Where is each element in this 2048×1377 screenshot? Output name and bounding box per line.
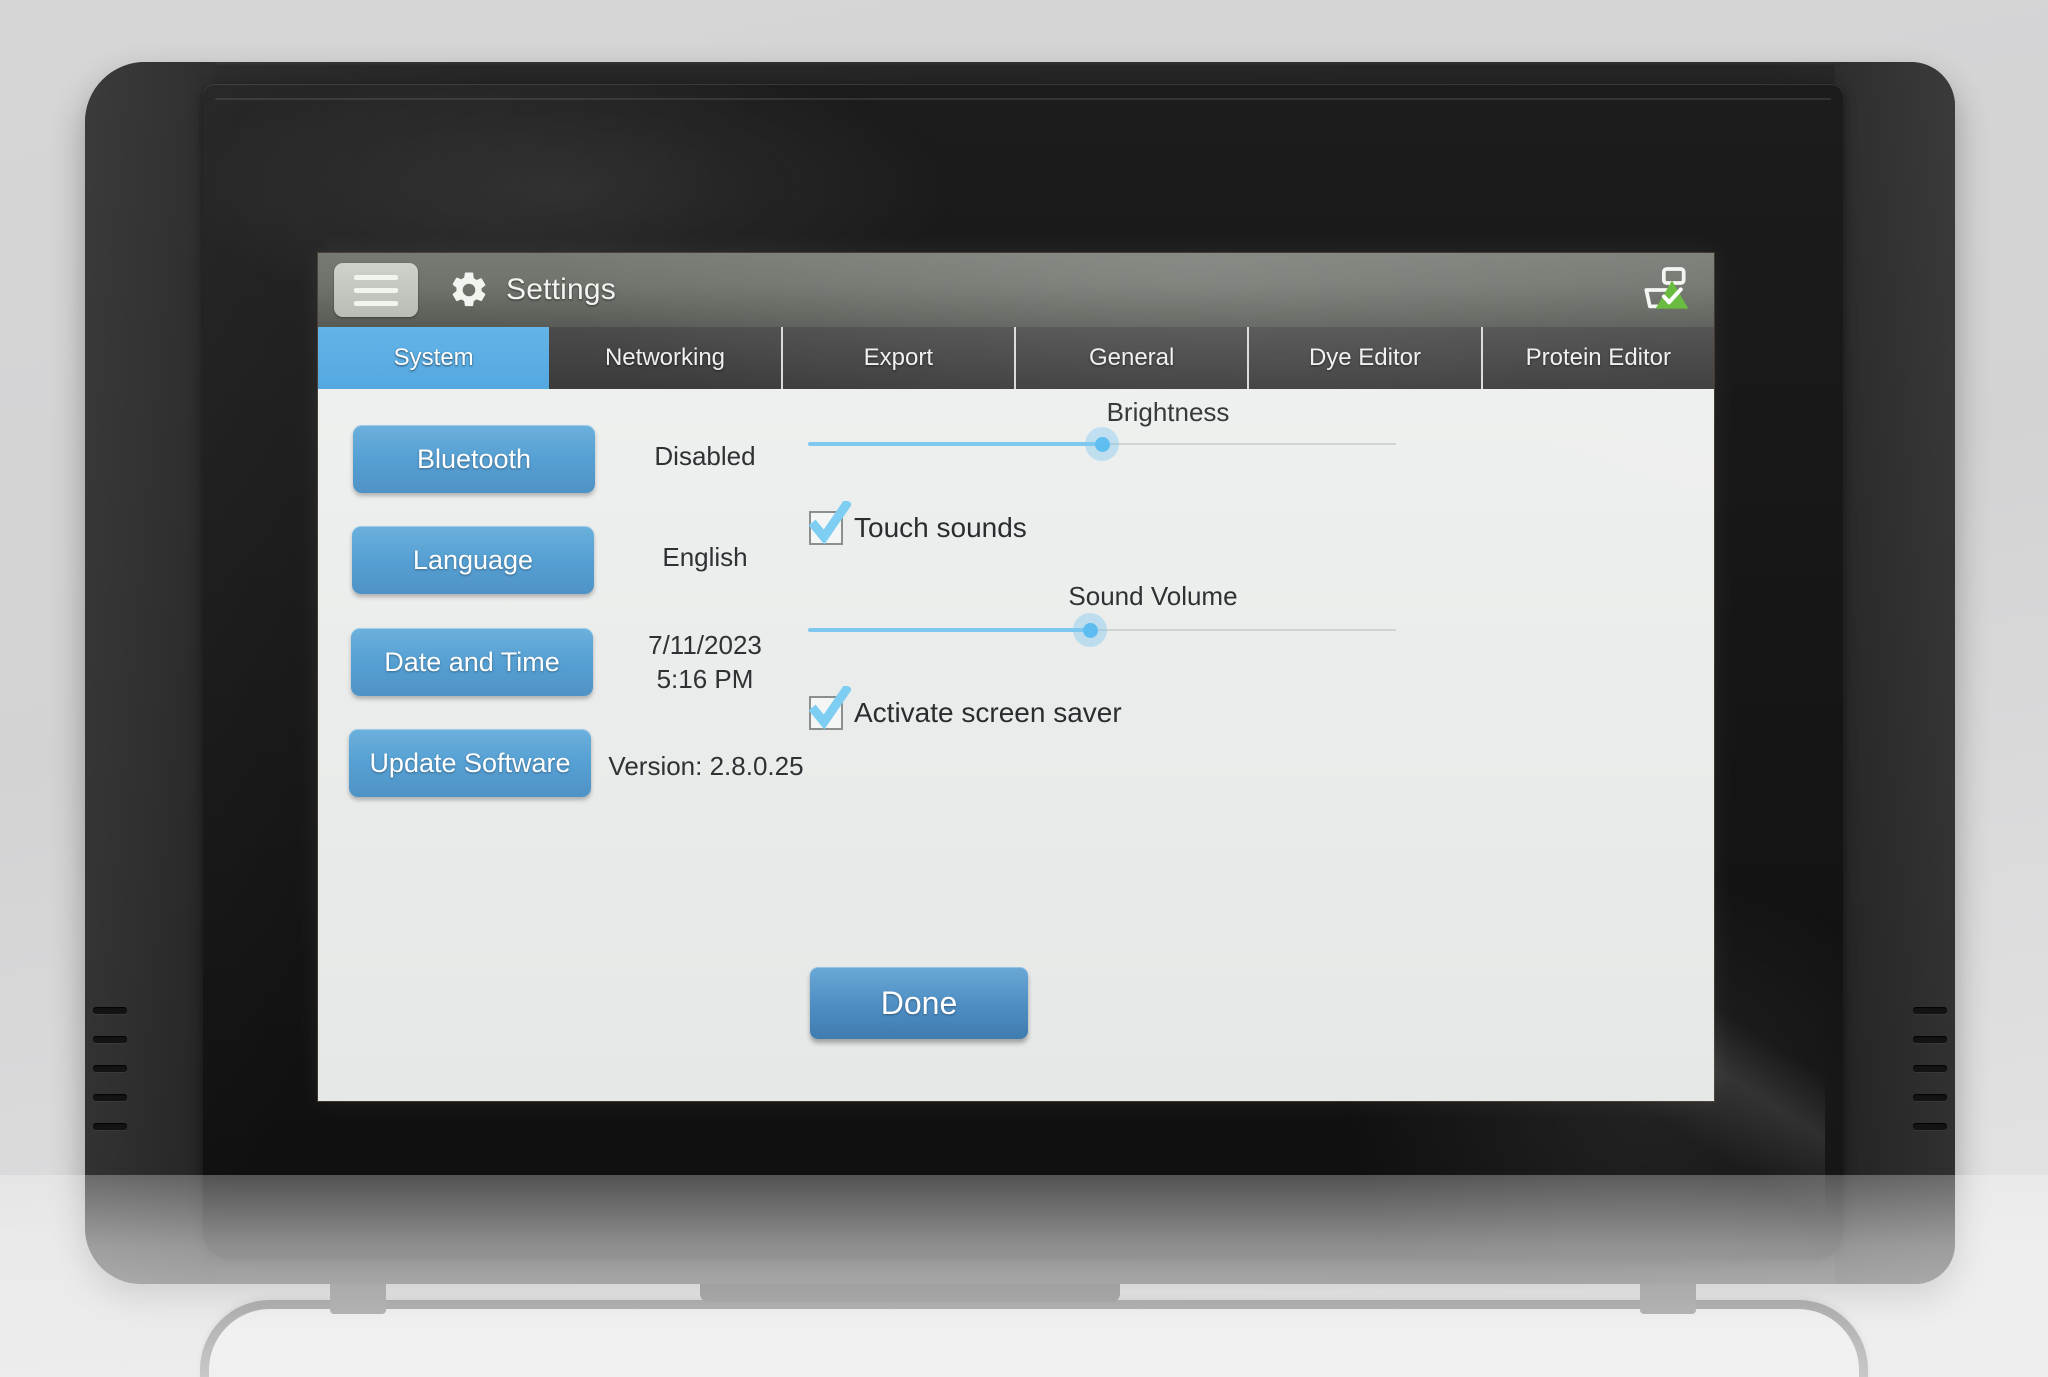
settings-tabbar[interactable]: System Networking Export General Dye Edi…: [318, 327, 1714, 389]
tab-general[interactable]: General: [1015, 327, 1250, 389]
language-value: English: [662, 542, 748, 572]
tab-export[interactable]: Export: [782, 327, 1016, 389]
brightness-track-fill: [808, 442, 1102, 446]
time-value: 5:16 PM: [656, 664, 754, 695]
touch-sounds-checkbox[interactable]: [808, 501, 851, 545]
hamburger-menu-icon[interactable]: [334, 263, 418, 317]
lcd-screen: Settings System Networking Export Genera…: [318, 253, 1714, 1101]
touch-sounds-row[interactable]: Touch sounds: [808, 501, 1027, 545]
instrument-ready-check-icon[interactable]: [1634, 259, 1696, 321]
settings-content-pane: Bluetooth Disabled Language English Date…: [318, 389, 1714, 1101]
gear-icon: [448, 269, 490, 311]
app-titlebar: Settings: [318, 253, 1714, 327]
date-and-time-button[interactable]: Date and Time: [351, 628, 593, 696]
sound-volume-track-fill: [808, 628, 1091, 632]
brightness-thumb[interactable]: [1095, 437, 1110, 452]
activate-screen-saver-label: Activate screen saver: [854, 697, 1122, 728]
activate-screen-saver-row[interactable]: Activate screen saver: [808, 686, 1122, 730]
language-button[interactable]: Language: [352, 526, 594, 594]
software-version-value: Version: 2.8.0.25: [608, 751, 804, 781]
vent-slots-right: [1913, 1007, 1947, 1152]
tab-networking[interactable]: Networking: [549, 327, 783, 389]
touch-sounds-label: Touch sounds: [854, 512, 1027, 543]
instrument-stand-arc: [200, 1300, 1868, 1377]
done-button[interactable]: Done: [810, 967, 1028, 1039]
tab-system[interactable]: System: [318, 327, 550, 389]
vent-slots-left: [93, 1007, 127, 1152]
sound-volume-label: Sound Volume: [1068, 581, 1238, 611]
date-value: 7/11/2023: [648, 630, 762, 660]
tab-dye-editor[interactable]: Dye Editor: [1249, 327, 1483, 389]
brightness-label: Brightness: [1106, 397, 1230, 427]
bluetooth-value: Disabled: [654, 441, 756, 471]
panel-seam: [215, 98, 1831, 100]
tab-protein-editor[interactable]: Protein Editor: [1482, 327, 1714, 389]
page-title: Settings: [506, 273, 616, 306]
update-software-button[interactable]: Update Software: [349, 729, 591, 797]
brightness-slider[interactable]: [808, 427, 1396, 461]
date-and-time-value: 7/11/2023 5:16 PM: [595, 628, 815, 697]
bluetooth-button[interactable]: Bluetooth: [353, 425, 595, 493]
sound-volume-slider[interactable]: [808, 613, 1396, 647]
photograph-backdrop: Settings System Networking Export Genera…: [0, 0, 2048, 1377]
activate-screen-saver-checkbox[interactable]: [808, 686, 851, 730]
